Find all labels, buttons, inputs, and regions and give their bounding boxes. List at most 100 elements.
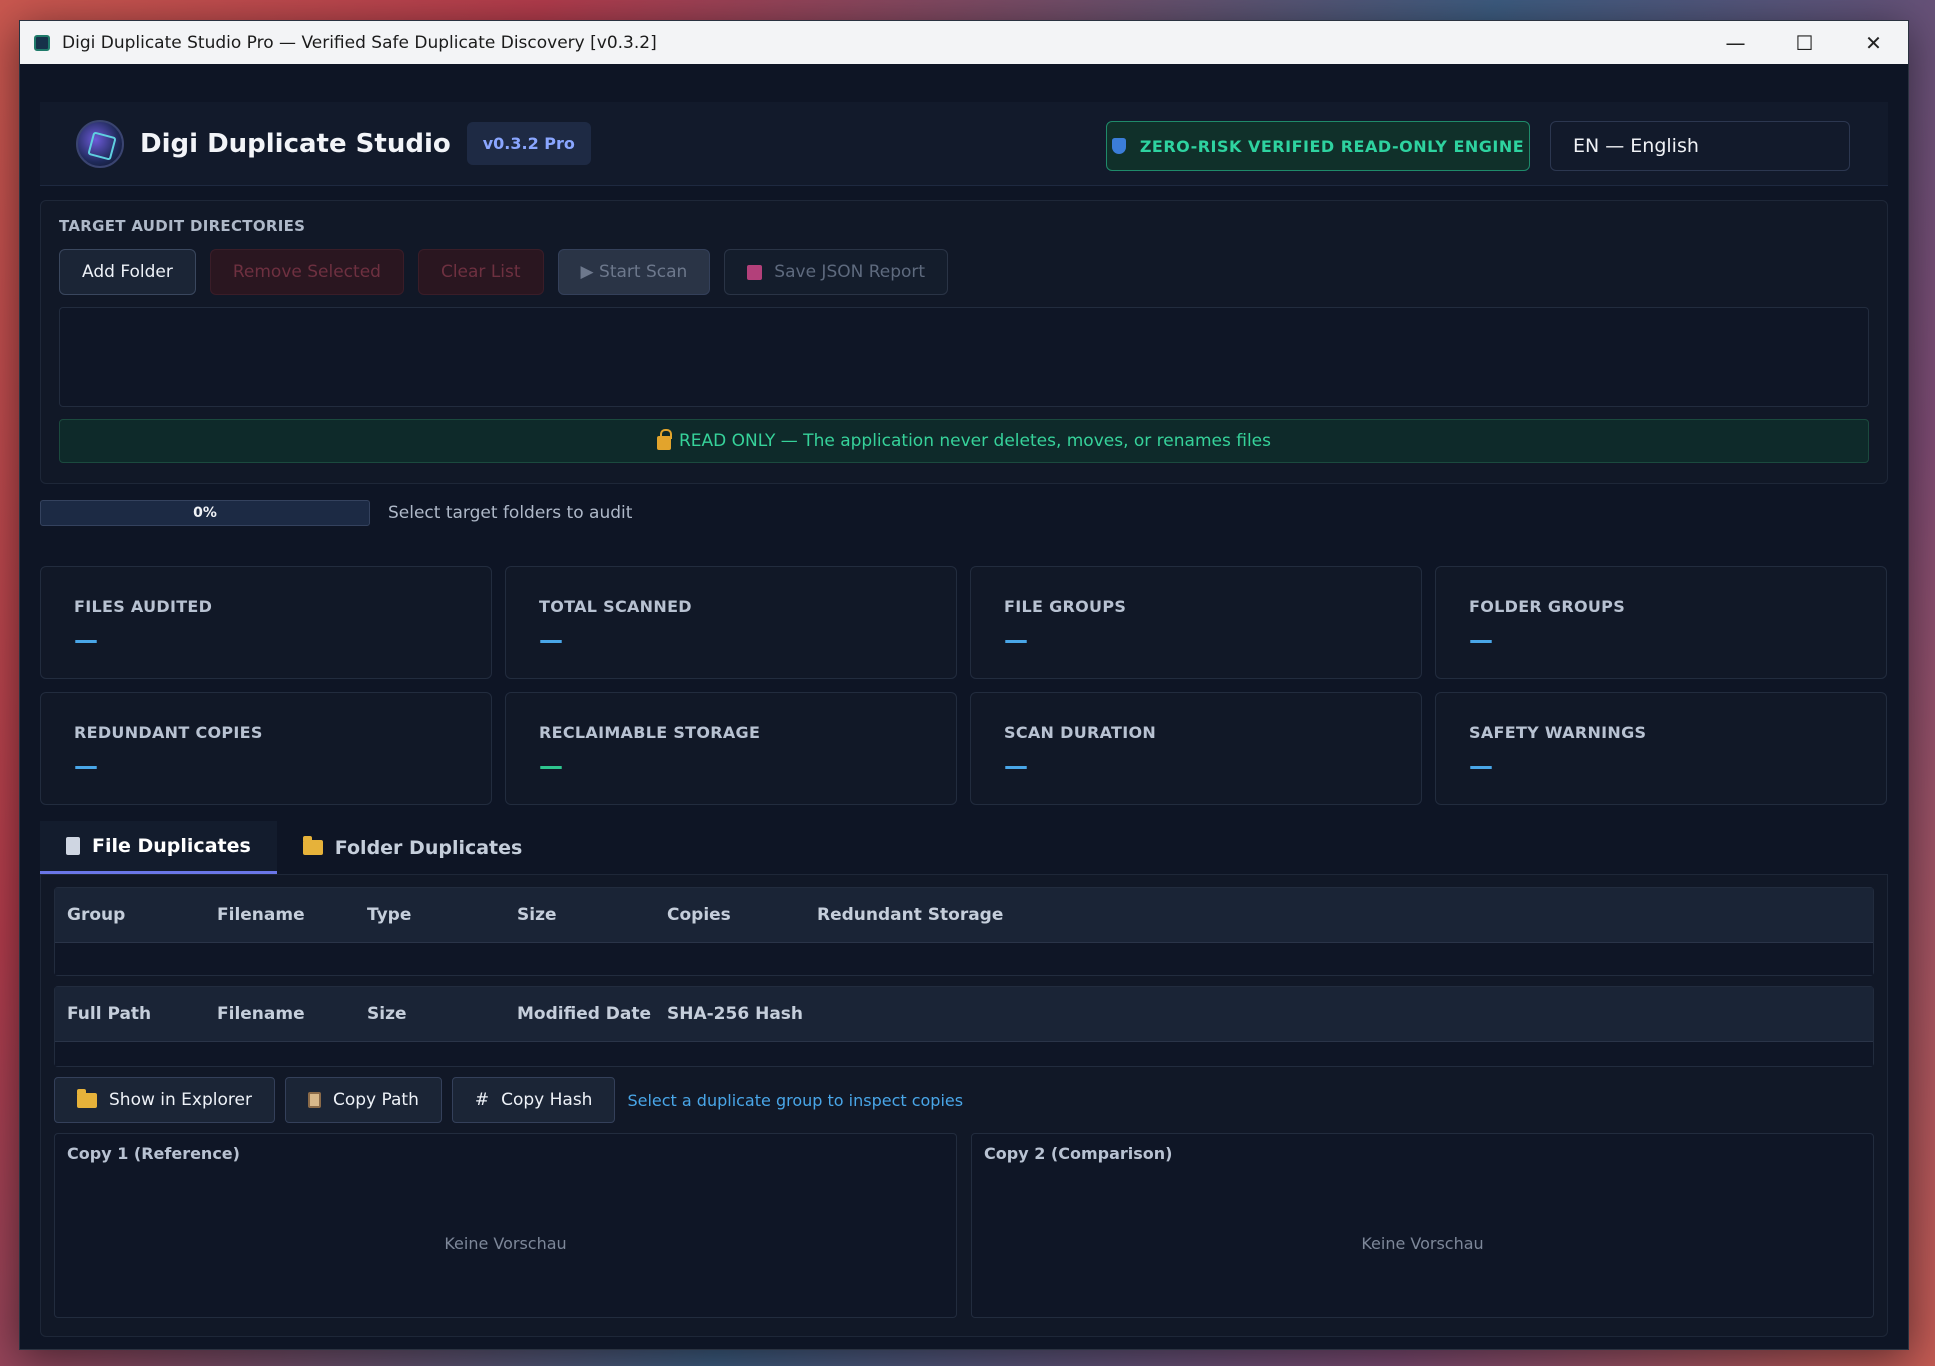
- progress-status: Select target folders to audit: [388, 503, 633, 523]
- table-header: Full Path Filename Size Modified Date SH…: [55, 987, 1873, 1042]
- stat-card-folder-groups: FOLDER GROUPS —: [1435, 566, 1887, 679]
- column-header[interactable]: Modified Date: [505, 1004, 655, 1024]
- close-button[interactable]: ✕: [1839, 21, 1908, 64]
- stat-card-files-audited: FILES AUDITED —: [40, 566, 492, 679]
- save-report-button[interactable]: Save JSON Report: [724, 249, 949, 295]
- floppy-disk-icon: [747, 264, 763, 280]
- copy-actions: Show in Explorer Copy Path # Copy Hash S…: [54, 1077, 1874, 1123]
- tab-file-duplicates[interactable]: File Duplicates: [40, 821, 277, 874]
- lock-icon: [657, 429, 672, 450]
- shield-icon: [1111, 138, 1126, 154]
- clipboard-icon: [307, 1092, 321, 1108]
- stat-label: REDUNDANT COPIES: [74, 723, 263, 742]
- button-label: Copy Hash: [501, 1090, 593, 1110]
- stat-label: SCAN DURATION: [1004, 723, 1157, 742]
- copy-path-button[interactable]: Copy Path: [284, 1077, 442, 1123]
- preview-title: Copy 1 (Reference): [67, 1144, 240, 1163]
- add-folder-button[interactable]: Add Folder: [59, 249, 196, 295]
- app-logo: [76, 119, 124, 168]
- column-header[interactable]: Group: [55, 905, 205, 925]
- column-header[interactable]: Size: [355, 1004, 505, 1024]
- read-only-banner: READ ONLY — The application never delete…: [59, 419, 1869, 463]
- column-header[interactable]: Filename: [205, 1004, 355, 1024]
- title-bar: Digi Duplicate Studio Pro — Verified Saf…: [20, 21, 1908, 64]
- stat-value: —: [1469, 626, 1493, 654]
- stat-card-reclaimable-storage: RECLAIMABLE STORAGE —: [505, 692, 957, 805]
- no-preview-text: Keine Vorschau: [444, 1234, 567, 1253]
- stat-label: FILES AUDITED: [74, 597, 213, 616]
- duplicate-groups-table[interactable]: Group Filename Type Size Copies Redundan…: [54, 887, 1874, 976]
- stat-value: —: [1004, 752, 1028, 780]
- maximize-button[interactable]: ☐: [1770, 21, 1839, 64]
- button-label: Show in Explorer: [109, 1090, 252, 1110]
- preview-row: Copy 1 (Reference) Keine Vorschau Copy 2…: [54, 1133, 1874, 1318]
- reference-preview: Copy 1 (Reference) Keine Vorschau: [54, 1133, 957, 1318]
- stat-card-total-scanned: TOTAL SCANNED —: [505, 566, 957, 679]
- read-only-text: READ ONLY — The application never delete…: [679, 431, 1271, 451]
- progress-row: 0% Select target folders to audit: [40, 500, 1888, 526]
- main-content: Digi Duplicate Studio v0.3.2 Pro ZERO-RI…: [20, 64, 1908, 1349]
- tab-label: File Duplicates: [92, 835, 251, 857]
- folder-icon: [77, 1088, 97, 1108]
- comparison-preview: Copy 2 (Comparison) Keine Vorschau: [971, 1133, 1874, 1318]
- stat-card-redundant-copies: REDUNDANT COPIES —: [40, 692, 492, 805]
- stat-value: —: [74, 626, 98, 654]
- column-header[interactable]: SHA-256 Hash: [655, 1004, 955, 1024]
- stat-label: SAFETY WARNINGS: [1469, 723, 1647, 742]
- table-body: [55, 943, 1873, 975]
- language-select[interactable]: EN — English: [1550, 121, 1850, 171]
- start-scan-button[interactable]: ▶ Start Scan: [557, 249, 711, 295]
- column-header[interactable]: Filename: [205, 905, 355, 925]
- preview-title: Copy 2 (Comparison): [984, 1144, 1173, 1163]
- file-duplicates-panel: Group Filename Type Size Copies Redundan…: [40, 875, 1888, 1337]
- stat-value: —: [1004, 626, 1028, 654]
- table-body: [55, 1042, 1873, 1066]
- app-window: Digi Duplicate Studio Pro — Verified Saf…: [19, 20, 1909, 1350]
- folder-list[interactable]: [59, 307, 1869, 407]
- stat-card-file-groups: FILE GROUPS —: [970, 566, 1422, 679]
- audit-directories-panel: TARGET AUDIT DIRECTORIES Add Folder Remo…: [40, 200, 1888, 484]
- results-tabs: File Duplicates Folder Duplicates: [40, 821, 1888, 875]
- table-header: Group Filename Type Size Copies Redundan…: [55, 888, 1873, 943]
- save-report-label: Save JSON Report: [774, 262, 926, 282]
- no-preview-text: Keine Vorschau: [1361, 1234, 1484, 1253]
- audit-toolbar: Add Folder Remove Selected Clear List ▶ …: [59, 249, 1869, 295]
- stat-label: RECLAIMABLE STORAGE: [539, 723, 761, 742]
- audit-section-title: TARGET AUDIT DIRECTORIES: [59, 217, 306, 235]
- inspect-hint: Select a duplicate group to inspect copi…: [627, 1090, 964, 1110]
- button-label: Copy Path: [332, 1090, 419, 1110]
- stat-label: FOLDER GROUPS: [1469, 597, 1626, 616]
- stat-label: TOTAL SCANNED: [539, 597, 692, 616]
- column-header[interactable]: Size: [505, 905, 655, 925]
- window-controls: — ☐ ✕: [1701, 21, 1908, 64]
- copies-table[interactable]: Full Path Filename Size Modified Date SH…: [54, 986, 1874, 1067]
- column-header[interactable]: Full Path: [55, 1004, 205, 1024]
- stats-grid: FILES AUDITED — TOTAL SCANNED — FILE GRO…: [40, 566, 1888, 805]
- document-icon: [66, 837, 80, 855]
- column-header[interactable]: Copies: [655, 905, 805, 925]
- brand-title: Digi Duplicate Studio: [140, 128, 451, 159]
- stat-card-safety-warnings: SAFETY WARNINGS —: [1435, 692, 1887, 805]
- stat-card-scan-duration: SCAN DURATION —: [970, 692, 1422, 805]
- stat-label: FILE GROUPS: [1004, 597, 1127, 616]
- show-in-explorer-button[interactable]: Show in Explorer: [54, 1077, 275, 1123]
- remove-selected-button[interactable]: Remove Selected: [209, 249, 404, 295]
- copy-hash-button[interactable]: # Copy Hash: [451, 1077, 616, 1123]
- stat-value: —: [539, 752, 563, 780]
- window-title: Digi Duplicate Studio Pro — Verified Saf…: [62, 32, 657, 53]
- version-badge: v0.3.2 Pro: [466, 122, 591, 165]
- progress-bar: 0%: [40, 500, 370, 526]
- app-icon: [34, 34, 50, 51]
- stat-value: —: [74, 752, 98, 780]
- tab-label: Folder Duplicates: [334, 836, 523, 859]
- safe-engine-label: ZERO-RISK VERIFIED READ-ONLY ENGINE: [1139, 136, 1525, 156]
- folder-icon: [302, 836, 323, 855]
- stat-value: —: [1469, 752, 1493, 780]
- minimize-button[interactable]: —: [1701, 21, 1770, 64]
- hash-icon: #: [474, 1090, 490, 1110]
- tab-folder-duplicates[interactable]: Folder Duplicates: [277, 821, 549, 874]
- clear-list-button[interactable]: Clear List: [417, 249, 544, 295]
- app-header: Digi Duplicate Studio v0.3.2 Pro ZERO-RI…: [40, 102, 1888, 186]
- column-header[interactable]: Redundant Storage: [805, 905, 1105, 925]
- column-header[interactable]: Type: [355, 905, 505, 925]
